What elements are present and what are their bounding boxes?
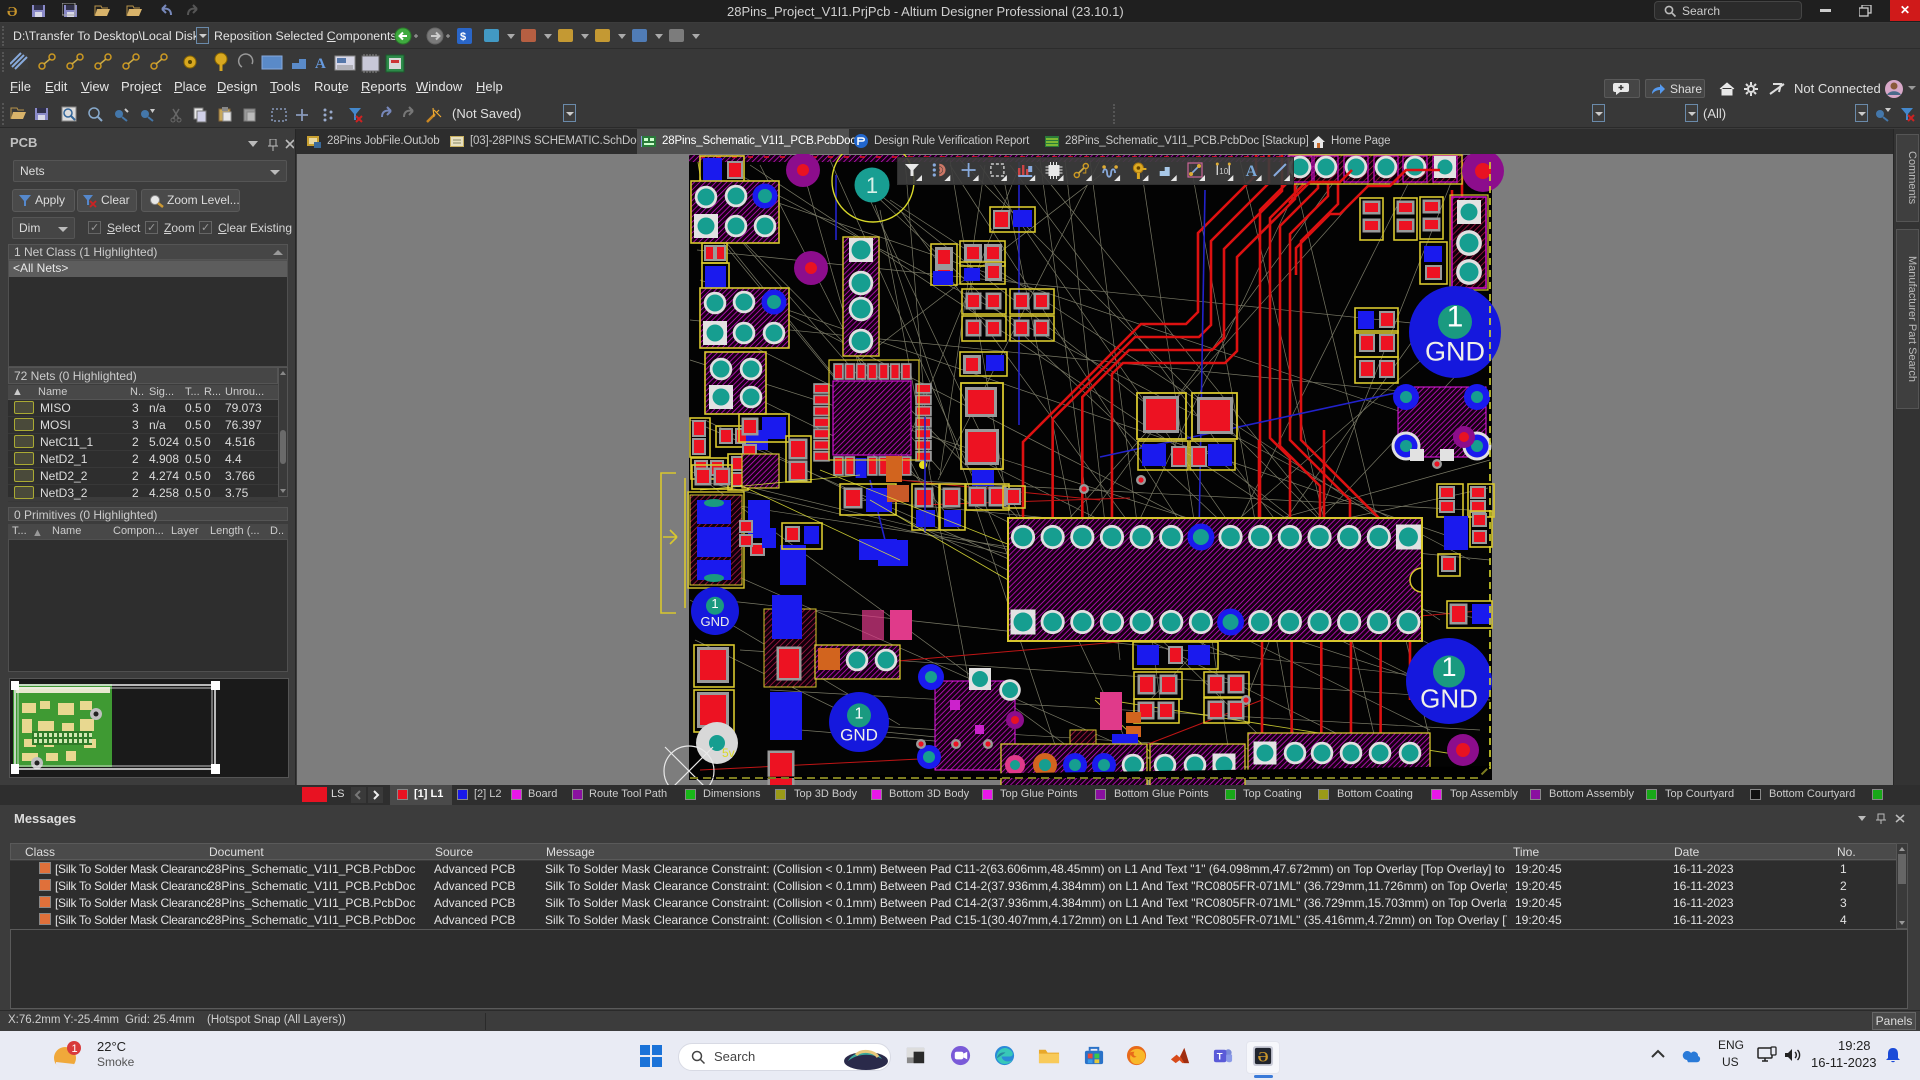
svg-text:1: 1 xyxy=(711,596,718,611)
svg-text:GND: GND xyxy=(1425,337,1485,367)
svg-text:1: 1 xyxy=(866,173,878,198)
svg-text:GND: GND xyxy=(701,614,730,629)
svg-text:1: 1 xyxy=(1441,652,1456,682)
svg-text:GND: GND xyxy=(840,726,878,745)
svg-text:1: 1 xyxy=(1447,300,1464,333)
svg-text:A: A xyxy=(1246,163,1258,180)
svg-text:1: 1 xyxy=(72,1043,78,1055)
svg-text:1: 1 xyxy=(855,705,864,722)
svg-text:GND: GND xyxy=(1420,684,1478,714)
svg-text:Ə: Ə xyxy=(1258,1049,1269,1065)
svg-text:Ə: Ə xyxy=(7,5,17,19)
svg-text:5v: 5v xyxy=(722,746,735,760)
svg-text:$: $ xyxy=(460,31,466,43)
svg-text:A: A xyxy=(315,56,326,72)
svg-text:T: T xyxy=(1217,1051,1223,1062)
svg-text:10: 10 xyxy=(1219,167,1228,176)
